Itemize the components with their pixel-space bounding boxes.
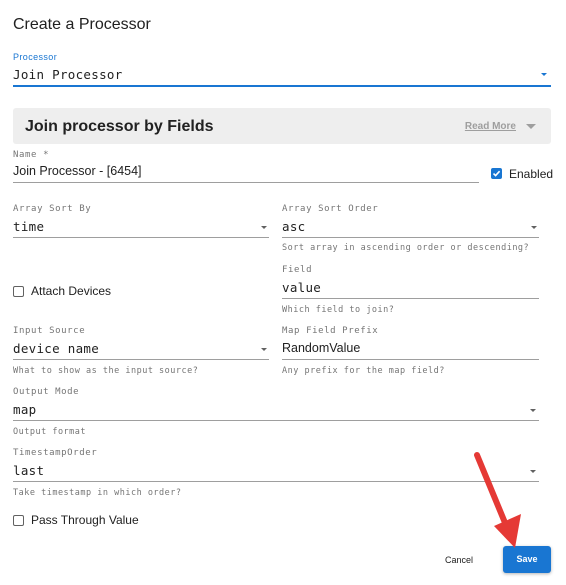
pass-through-checkbox[interactable] (13, 515, 24, 526)
field-input-group[interactable]: Field value Which field to join? (282, 265, 539, 315)
processor-label: Processor (13, 52, 58, 62)
array-sort-order-helper: Sort array in ascending order or descend… (282, 243, 530, 253)
attach-devices-label: Attach Devices (31, 284, 112, 298)
timestamp-order-label: TimestampOrder (13, 448, 98, 458)
output-mode-select[interactable]: Output Mode map Output format (13, 387, 539, 437)
array-sort-order-label: Array Sort Order (282, 204, 379, 214)
timestamp-order-value: last (13, 463, 45, 478)
field-helper: Which field to join? (282, 305, 395, 315)
dialog-title: Create a Processor (13, 16, 151, 33)
output-mode-helper: Output format (13, 427, 87, 437)
map-field-prefix-helper: Any prefix for the map field? (282, 366, 445, 376)
array-sort-order-select[interactable]: Array Sort Order asc Sort array in ascen… (282, 204, 539, 254)
field-input[interactable]: value (282, 280, 321, 295)
array-sort-by-underline (13, 237, 269, 238)
name-field[interactable]: Name * Join Processor - [6454] (13, 150, 479, 184)
map-field-prefix-label: Map Field Prefix (282, 326, 379, 336)
processor-value: Join Processor (13, 67, 123, 82)
input-source-label: Input Source (13, 326, 86, 336)
timestamp-order-helper: Take timestamp in which order? (13, 488, 182, 498)
enabled-checkbox[interactable] (491, 168, 502, 179)
map-field-prefix-group[interactable]: Map Field Prefix RandomValue Any prefix … (282, 326, 539, 376)
array-sort-order-underline (282, 237, 539, 238)
chevron-down-icon (541, 73, 547, 76)
map-field-prefix-input[interactable]: RandomValue (282, 341, 360, 355)
chevron-down-icon (261, 348, 267, 351)
chevron-down-icon (530, 470, 536, 473)
field-underline (282, 298, 539, 299)
section-header: Join processor by Fields Read More (13, 108, 551, 144)
cancel-button[interactable]: Cancel (436, 549, 482, 571)
map-field-prefix-underline (282, 359, 539, 360)
input-source-value: device name (13, 341, 100, 356)
processor-select[interactable]: Processor Join Processor (13, 52, 551, 88)
array-sort-order-value: asc (282, 219, 306, 234)
array-sort-by-select[interactable]: Array Sort By time (13, 204, 269, 238)
chevron-down-icon[interactable] (526, 124, 536, 129)
check-icon (492, 170, 501, 177)
timestamp-order-underline (13, 481, 539, 482)
read-more-link[interactable]: Read More (465, 121, 516, 132)
section-title: Join processor by Fields (25, 118, 214, 135)
output-mode-label: Output Mode (13, 387, 80, 397)
field-label: Field (282, 265, 313, 275)
input-source-helper: What to show as the input source? (13, 366, 199, 376)
output-mode-underline (13, 420, 539, 421)
array-sort-by-label: Array Sort By (13, 204, 92, 214)
processor-underline (13, 85, 551, 87)
timestamp-order-select[interactable]: TimestampOrder last Take timestamp in wh… (13, 448, 539, 498)
name-input[interactable]: Join Processor - [6454] (13, 164, 142, 178)
input-source-underline (13, 359, 269, 360)
array-sort-by-value: time (13, 219, 45, 234)
name-label: Name * (13, 150, 50, 160)
chevron-down-icon (531, 226, 537, 229)
chevron-down-icon (261, 226, 267, 229)
save-button[interactable]: Save (503, 546, 551, 573)
pass-through-label: Pass Through Value (31, 513, 139, 527)
name-underline (13, 182, 479, 183)
enabled-label: Enabled (509, 167, 554, 181)
attach-devices-checkbox[interactable] (13, 286, 24, 297)
output-mode-value: map (13, 402, 37, 417)
chevron-down-icon (530, 409, 536, 412)
input-source-select[interactable]: Input Source device name What to show as… (13, 326, 269, 376)
